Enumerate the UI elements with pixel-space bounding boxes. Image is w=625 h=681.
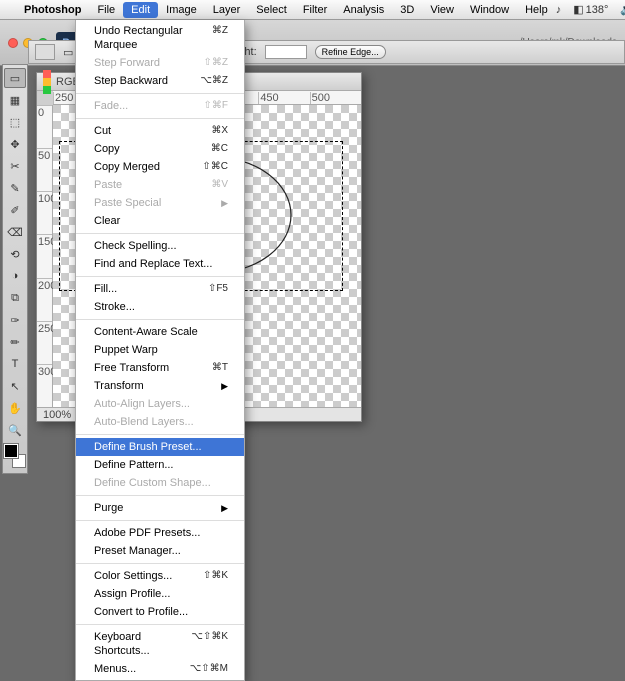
menuitem-stroke[interactable]: Stroke...	[76, 298, 244, 316]
menu-filter[interactable]: Filter	[295, 2, 335, 18]
menu-layer[interactable]: Layer	[205, 2, 249, 18]
menuitem-copy[interactable]: Copy⌘C	[76, 140, 244, 158]
menu-analysis[interactable]: Analysis	[335, 2, 392, 18]
menuitem-step-forward: Step Forward⇧⌘Z	[76, 54, 244, 72]
status-indicator: ♪	[556, 4, 562, 16]
menu-image[interactable]: Image	[158, 2, 205, 18]
menuitem-step-backward[interactable]: Step Backward⌥⌘Z	[76, 72, 244, 90]
menuitem-fill[interactable]: Fill...⇧F5	[76, 280, 244, 298]
menuitem-cut[interactable]: Cut⌘X	[76, 122, 244, 140]
edit-menu-dropdown: Undo Rectangular Marquee⌘ZStep Forward⇧⌘…	[75, 20, 245, 681]
menuitem-paste-special: Paste Special▶	[76, 194, 244, 212]
tool-1[interactable]: ▦	[4, 90, 26, 110]
menuitem-copy-merged[interactable]: Copy Merged⇧⌘C	[76, 158, 244, 176]
speaker-icon[interactable]: 🔊	[620, 3, 625, 16]
menuitem-define-pattern[interactable]: Define Pattern...	[76, 456, 244, 474]
tool-3[interactable]: ✥	[4, 134, 26, 154]
menuitem-undo-rectangular-marquee[interactable]: Undo Rectangular Marquee⌘Z	[76, 22, 244, 54]
tool-12[interactable]: ✏	[4, 332, 26, 352]
mac-menubar: PhotoshopFileEditImageLayerSelectFilterA…	[0, 0, 625, 20]
tools-panel: ▭▦⬚✥✂✎✐⌫⟲◑⧉✑✏T↖✋🔍	[2, 64, 28, 474]
battery-indicator: ◧ 138°	[573, 3, 608, 16]
menuitem-color-settings[interactable]: Color Settings...⇧⌘K	[76, 567, 244, 585]
doc-zoom-button[interactable]	[43, 86, 51, 94]
tool-8[interactable]: ⟲	[4, 244, 26, 264]
tool-4[interactable]: ✂	[4, 156, 26, 176]
menu-photoshop[interactable]: Photoshop	[16, 2, 89, 18]
menuitem-check-spelling[interactable]: Check Spelling...	[76, 237, 244, 255]
tool-10[interactable]: ⧉	[4, 288, 26, 308]
menuitem-puppet-warp[interactable]: Puppet Warp	[76, 341, 244, 359]
menu-help[interactable]: Help	[517, 2, 556, 18]
menuitem-define-brush-preset[interactable]: Define Brush Preset...	[76, 438, 244, 456]
doc-close-button[interactable]	[43, 70, 51, 78]
menuitem-transform[interactable]: Transform▶	[76, 377, 244, 395]
tool-16[interactable]: 🔍	[4, 420, 26, 440]
tool-11[interactable]: ✑	[4, 310, 26, 330]
tool-9[interactable]: ◑	[4, 266, 26, 286]
tool-0[interactable]: ▭	[4, 68, 26, 88]
menuitem-keyboard-shortcuts[interactable]: Keyboard Shortcuts...⌥⇧⌘K	[76, 628, 244, 660]
menuitem-define-custom-shape: Define Custom Shape...	[76, 474, 244, 492]
tool-14[interactable]: ↖	[4, 376, 26, 396]
menuitem-free-transform[interactable]: Free Transform⌘T	[76, 359, 244, 377]
tool-6[interactable]: ✐	[4, 200, 26, 220]
menuitem-adobe-pdf-presets[interactable]: Adobe PDF Presets...	[76, 524, 244, 542]
menubar-status-area: ♪ ◧ 138° 🔊 🔍	[556, 3, 625, 16]
color-swatches[interactable]	[4, 444, 26, 468]
menuitem-convert-to-profile[interactable]: Convert to Profile...	[76, 603, 244, 621]
menuitem-content-aware-scale[interactable]: Content-Aware Scale	[76, 323, 244, 341]
menuitem-purge[interactable]: Purge▶	[76, 499, 244, 517]
menuitem-menus[interactable]: Menus...⌥⇧⌘M	[76, 660, 244, 678]
menuitem-auto-align-layers: Auto-Align Layers...	[76, 395, 244, 413]
menu-file[interactable]: File	[89, 2, 123, 18]
tool-15[interactable]: ✋	[4, 398, 26, 418]
close-button[interactable]	[8, 38, 18, 48]
tool-13[interactable]: T	[4, 354, 26, 374]
tool-preset-picker[interactable]	[35, 44, 55, 60]
menu-select[interactable]: Select	[248, 2, 295, 18]
menuitem-assign-profile[interactable]: Assign Profile...	[76, 585, 244, 603]
menuitem-clear[interactable]: Clear	[76, 212, 244, 230]
menuitem-paste: Paste⌘V	[76, 176, 244, 194]
tool-7[interactable]: ⌫	[4, 222, 26, 242]
tool-2[interactable]: ⬚	[4, 112, 26, 132]
vertical-ruler[interactable]: 050100150200250300	[37, 105, 53, 407]
zoom-level[interactable]: 100%	[43, 409, 71, 421]
menuitem-find-and-replace-text[interactable]: Find and Replace Text...	[76, 255, 244, 273]
doc-minimize-button[interactable]	[43, 78, 51, 86]
menu-edit[interactable]: Edit	[123, 2, 158, 18]
menu-window[interactable]: Window	[462, 2, 517, 18]
tool-5[interactable]: ✎	[4, 178, 26, 198]
menuitem-auto-blend-layers: Auto-Blend Layers...	[76, 413, 244, 431]
menu-3d[interactable]: 3D	[392, 2, 422, 18]
menuitem-fade: Fade...⇧⌘F	[76, 97, 244, 115]
menuitem-preset-manager[interactable]: Preset Manager...	[76, 542, 244, 560]
refine-edge-button[interactable]: Refine Edge...	[315, 45, 386, 59]
menu-view[interactable]: View	[422, 2, 462, 18]
height-input[interactable]	[265, 45, 307, 59]
